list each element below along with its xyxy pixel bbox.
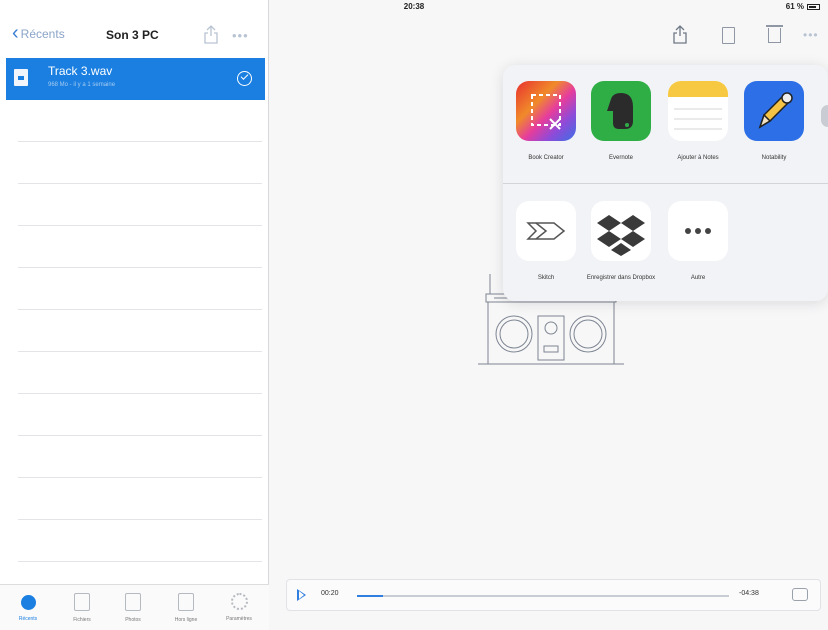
notability-pencil-icon [744,81,804,141]
tab-settings[interactable]: Paramètres [213,593,265,622]
checkmark-icon[interactable] [237,71,252,86]
tab-label: Fichiers [73,617,91,623]
audio-player: 00:20 -04:38 [286,579,821,611]
file-meta: 968 Mo - il y a 1 semaine [48,82,116,88]
tab-label: Hors ligne [174,617,198,623]
comment-icon[interactable] [792,588,808,601]
list-item [18,268,262,310]
progress-slider[interactable] [357,595,729,597]
list-item [18,100,262,142]
document-icon [74,593,90,611]
action-more[interactable]: Autre [660,201,736,282]
list-item [18,226,262,268]
notes-icon [668,81,728,141]
back-button[interactable]: ‹ Récents [12,21,65,44]
share-sheet: Book Creator Evernote Ajouter à Notes No… [503,65,828,301]
ellipsis-icon [668,201,728,261]
app-evernote[interactable]: Evernote [583,81,659,162]
folder-title: Son 3 PC [106,28,159,42]
remaining-time: -04:38 [739,590,759,597]
progress-fill [357,595,384,597]
app-notability[interactable]: Notability [736,81,812,162]
divider [503,183,828,184]
elapsed-time: 00:20 [321,590,339,597]
list-item [18,184,262,226]
share-icon[interactable] [672,24,688,44]
offline-icon [178,593,194,611]
list-item-selected[interactable]: Track 3.wav 968 Mo - il y a 1 semaine [6,58,265,100]
action-label: Autre [690,275,706,281]
file-name: Track 3.wav [48,64,113,78]
action-label: Enregistrer dans Dropbox [586,275,656,281]
clock-icon [20,595,36,610]
skitch-arrow-icon [516,201,576,261]
audio-file-icon [14,69,28,86]
tab-offline[interactable]: Hors ligne [160,593,212,623]
tab-label: Photos [125,617,141,623]
document-icon[interactable] [722,27,735,44]
battery-indicator: 61 % [786,2,820,11]
list-item [18,352,262,394]
share-icon[interactable] [203,24,219,44]
play-icon[interactable] [297,589,306,601]
list-item [18,478,262,520]
empty-rows [18,100,262,562]
back-label: Récents [20,27,65,41]
app-notes[interactable]: Ajouter à Notes [660,81,736,162]
trash-icon[interactable] [766,25,783,43]
battery-percent: 61 % [785,2,804,11]
evernote-elephant-icon [591,81,651,141]
app-label: Notability [761,155,787,161]
app-book-creator[interactable]: Book Creator [508,81,584,162]
left-navbar: ‹ Récents Son 3 PC ••• [0,16,269,56]
book-creator-icon [516,81,576,141]
more-button[interactable]: ••• [803,28,819,42]
dropbox-icon [591,201,651,261]
file-list-panel: ‹ Récents Son 3 PC ••• Track 3.wav 968 M… [0,0,269,630]
more-button[interactable]: ••• [232,28,249,43]
action-skitch[interactable]: Skitch [508,201,584,282]
action-label: Skitch [537,275,555,281]
tab-recents[interactable]: Récents [2,593,54,622]
tab-label: Récents [18,616,38,622]
app-label: Book Creator [528,155,564,161]
app-label: Ajouter à Notes [677,155,719,161]
tab-files[interactable]: Fichiers [56,593,108,623]
chevron-left-icon: ‹ [12,21,19,44]
tab-label: Paramètres [226,616,252,622]
list-item [18,520,262,562]
action-save-dropbox[interactable]: Enregistrer dans Dropbox [583,201,659,282]
battery-icon [807,3,820,10]
photo-icon [125,593,141,611]
tab-bar: Récents Fichiers Photos Hors ligne Param… [0,584,269,630]
more-apps-partial-icon[interactable] [821,105,828,127]
list-item [18,394,262,436]
tab-photos[interactable]: Photos [107,593,159,623]
gear-icon [230,593,248,610]
list-item [18,436,262,478]
app-label: Evernote [608,155,633,161]
list-item [18,310,262,352]
list-item [18,142,262,184]
